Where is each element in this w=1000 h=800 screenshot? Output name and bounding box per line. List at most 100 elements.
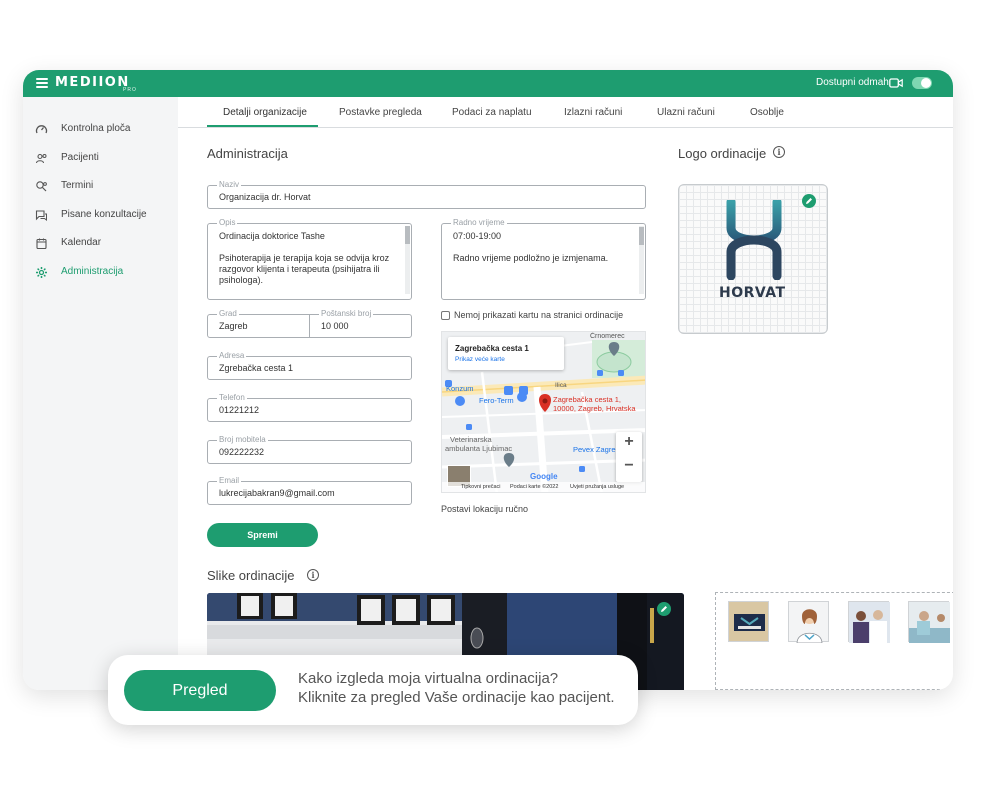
thumbnail-consultation[interactable] bbox=[848, 601, 890, 643]
map-card-address: Zagrebačka cesta 1 bbox=[455, 344, 529, 353]
hamburger-menu-icon[interactable] bbox=[36, 78, 48, 88]
working-hours-scrollbar[interactable] bbox=[639, 226, 644, 294]
name-field[interactable]: Naziv Organizacija dr. Horvat bbox=[207, 180, 646, 209]
tab-billing-data[interactable]: Podaci za naplatu bbox=[452, 107, 532, 118]
address-field-value: Zgrebačka cesta 1 bbox=[219, 363, 294, 373]
map-larger-link[interactable]: Prikaz veće karte bbox=[455, 356, 505, 363]
email-field-value: lukrecijabakran9@gmail.com bbox=[219, 488, 335, 498]
preview-button[interactable]: Pregled bbox=[124, 670, 276, 711]
mobile-field-label: Broj mobitela bbox=[217, 435, 268, 444]
description-scrollbar[interactable] bbox=[405, 226, 410, 294]
working-hours-line-1: 07:00-19:00 bbox=[453, 231, 502, 241]
calendar-icon bbox=[36, 238, 47, 250]
sidebar-item-label: Kalendar bbox=[61, 237, 102, 248]
tab-outgoing-invoices[interactable]: Izlazni računi bbox=[564, 107, 622, 118]
pencil-icon bbox=[661, 606, 667, 612]
map-zoom-in-button[interactable]: + bbox=[616, 433, 642, 451]
city-field-label: Grad bbox=[217, 309, 239, 318]
logo-upload-box[interactable]: HORVAT bbox=[678, 184, 828, 334]
info-icon[interactable]: i bbox=[773, 146, 785, 158]
brand-logo[interactable]: MEDIION bbox=[55, 75, 130, 90]
description-field-label: Opis bbox=[217, 218, 238, 227]
sidebar-item-label: Administracija bbox=[61, 266, 124, 277]
description-line-2: Psihoterapija je terapija koja se odvija… bbox=[219, 253, 390, 285]
name-field-label: Naziv bbox=[217, 180, 242, 189]
mobile-field-value: 092222232 bbox=[219, 447, 265, 457]
map-place-label: Fero-Term bbox=[479, 396, 514, 405]
map-zoom-out-button[interactable]: − bbox=[616, 457, 642, 475]
sidebar-item-consultations[interactable]: Pisane konzultacije bbox=[23, 204, 178, 226]
map-info-card: Zagrebačka cesta 1 Prikaz veće karte bbox=[448, 337, 564, 370]
thumbnail-logo[interactable] bbox=[728, 601, 769, 642]
thumbnail-logo-image bbox=[734, 614, 765, 631]
map-keyboard-shortcuts[interactable]: Tipkovni prečaci bbox=[461, 484, 501, 490]
tab-staff[interactable]: Osoblje bbox=[750, 107, 784, 118]
save-button[interactable]: Spremi bbox=[207, 523, 318, 547]
tab-incoming-invoices[interactable]: Ulazni računi bbox=[657, 107, 715, 118]
edit-logo-button[interactable] bbox=[802, 194, 816, 208]
description-line-1: Ordinacija doktorice Tashe bbox=[219, 231, 325, 241]
mobile-field[interactable]: Broj mobitela 092222232 bbox=[207, 435, 412, 464]
working-hours-field[interactable]: Radno vrijeme 07:00-19:00 Radno vrijeme … bbox=[441, 218, 646, 300]
sidebar-item-appointments[interactable]: Termini bbox=[23, 175, 178, 197]
photo-thumbnails-dropzone[interactable] bbox=[715, 592, 953, 690]
promo-instruction: Kliknite za pregled Vaše ordinacije kao … bbox=[298, 689, 615, 706]
map-zoom-controls: + − bbox=[616, 432, 642, 482]
sidebar-item-patients[interactable]: Pacijenti bbox=[23, 147, 178, 169]
thumbnail-therapy[interactable] bbox=[908, 601, 950, 643]
sidebar-item-calendar[interactable]: Kalendar bbox=[23, 232, 178, 254]
set-location-manually-link[interactable]: Postavi lokaciju ručno bbox=[441, 504, 528, 514]
patients-icon bbox=[35, 153, 47, 164]
map-footer: Tipkovni prečaci Podaci karte ©2022 Uvje… bbox=[442, 482, 645, 492]
video-camera-icon bbox=[889, 78, 903, 88]
phone-field-label: Telefon bbox=[217, 393, 247, 402]
postal-code-field[interactable]: Poštanski broj 10 000 bbox=[309, 309, 412, 338]
postal-code-label: Poštanski broj bbox=[319, 309, 374, 318]
working-hours-label: Radno vrijeme bbox=[451, 218, 507, 227]
map-place-label: Pevex Zagreb bbox=[573, 445, 620, 454]
admin-title: Administracija bbox=[207, 146, 288, 161]
phone-field-value: 01221212 bbox=[219, 405, 260, 415]
map-place-label: Konzum bbox=[446, 384, 474, 393]
availability-label: Dostupni odmah bbox=[816, 77, 889, 88]
horvat-logo-mark bbox=[726, 200, 782, 280]
active-tab-indicator bbox=[207, 125, 318, 127]
chat-icon bbox=[35, 210, 47, 221]
map-pin-label: 10000, Zagreb, Hrvatska bbox=[553, 404, 636, 413]
city-field-value: Zagreb bbox=[219, 321, 248, 331]
app-window: MEDIION PRO Dostupni odmah Kontrolna plo… bbox=[23, 70, 953, 690]
city-field[interactable]: Grad Zagreb bbox=[207, 309, 310, 338]
edit-photo-button[interactable] bbox=[657, 602, 671, 616]
sidebar-item-dashboard[interactable]: Kontrolna ploča bbox=[23, 118, 178, 140]
thumbnail-doctor-image bbox=[796, 609, 823, 644]
info-icon[interactable]: i bbox=[307, 569, 319, 581]
map-street-label: Ilica bbox=[555, 382, 567, 389]
logo-wordmark: HORVAT bbox=[719, 285, 786, 301]
phone-field[interactable]: Telefon 01221212 bbox=[207, 393, 412, 422]
google-logo: Google bbox=[530, 472, 558, 481]
map-terms-link[interactable]: Uvjeti pružanja usluge bbox=[570, 484, 624, 490]
working-hours-line-2: Radno vrijeme podložno je izmjenama. bbox=[453, 253, 609, 263]
map-place-label: ambulanta Ljubimac bbox=[445, 444, 513, 453]
hide-map-label: Nemoj prikazati kartu na stranici ordina… bbox=[454, 310, 624, 320]
thumbnail-doctor[interactable] bbox=[788, 601, 829, 644]
sidebar-item-administration[interactable]: Administracija bbox=[23, 261, 178, 283]
hide-map-checkbox[interactable] bbox=[441, 311, 450, 320]
sidebar: Kontrolna ploča Pacijenti Termini Pisane… bbox=[23, 97, 178, 690]
appointments-icon bbox=[36, 181, 47, 192]
name-field-value: Organizacija dr. Horvat bbox=[219, 192, 311, 202]
postal-code-value: 10 000 bbox=[321, 321, 349, 331]
location-map[interactable]: Zagrebačka cesta 1 Prikaz veće karte Kon… bbox=[441, 331, 646, 493]
sidebar-item-label: Pacijenti bbox=[61, 152, 99, 163]
email-field[interactable]: Email lukrecijabakran9@gmail.com bbox=[207, 476, 412, 505]
preview-promo-card: Pregled Kako izgleda moja virtualna ordi… bbox=[108, 655, 638, 725]
gear-icon bbox=[36, 267, 47, 278]
logo-section-title: Logo ordinacije bbox=[678, 146, 767, 161]
availability-toggle[interactable] bbox=[912, 77, 932, 89]
tab-organization-details[interactable]: Detalji organizacije bbox=[223, 107, 307, 118]
description-field[interactable]: Opis Ordinacija doktorice Tashe Psihoter… bbox=[207, 218, 412, 300]
tab-exam-settings[interactable]: Postavke pregleda bbox=[339, 107, 422, 118]
thumbnail-therapy-image bbox=[909, 602, 950, 643]
tab-bar: Detalji organizacije Postavke pregleda P… bbox=[178, 97, 953, 128]
address-field[interactable]: Adresa Zgrebačka cesta 1 bbox=[207, 351, 412, 380]
